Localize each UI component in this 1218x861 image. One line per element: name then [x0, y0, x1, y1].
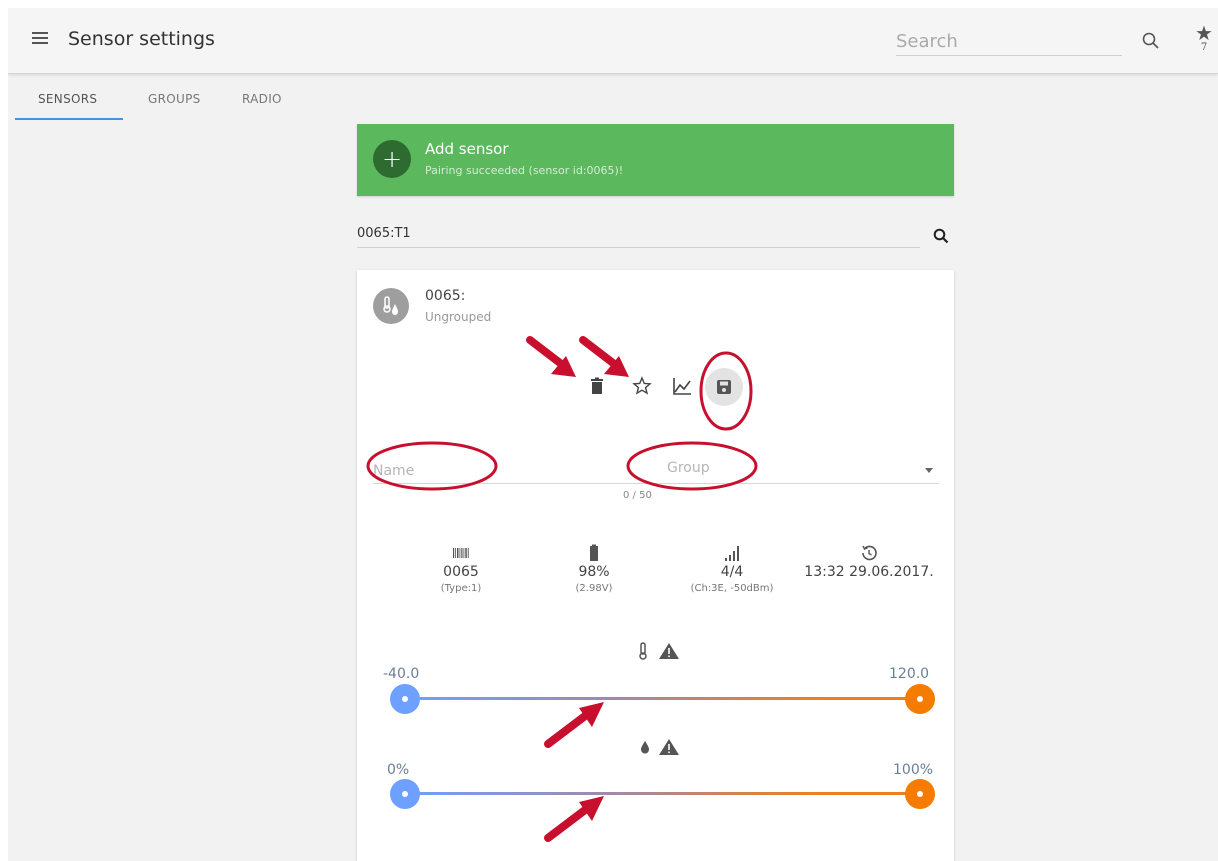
page-title: Sensor settings [68, 28, 215, 50]
tab-radio[interactable]: RADIO [242, 92, 282, 126]
temperature-min-label: -40.0 [383, 666, 420, 682]
humidity-range-track[interactable] [405, 792, 925, 795]
save-button[interactable] [705, 368, 743, 406]
chart-line-icon[interactable] [670, 374, 694, 398]
humidity-max-knob[interactable] [905, 779, 935, 809]
temperature-range-track[interactable] [405, 697, 925, 700]
favorites-button[interactable]: ★ 7 [1194, 21, 1214, 53]
save-icon [717, 380, 731, 394]
star-icon: ★ [1195, 21, 1213, 45]
chevron-down-icon [925, 468, 933, 473]
temperature-max-knob[interactable] [905, 684, 935, 714]
tab-groups[interactable]: GROUPS [148, 92, 201, 126]
group-select[interactable]: Group [623, 458, 939, 484]
last-seen-info: 13:32 29.06.2017. [789, 542, 949, 580]
humidity-alarm-icons [635, 736, 695, 758]
search-input[interactable] [896, 28, 1122, 56]
humidity-min-knob[interactable] [390, 779, 420, 809]
temperature-alarm-icons [635, 640, 695, 662]
water-drop-icon [641, 741, 649, 754]
battery-value: 98% [578, 564, 610, 580]
sensor-group-label: Ungrouped [425, 310, 492, 324]
warning-icon [659, 739, 679, 755]
add-sensor-banner: + Add sensor Pairing succeeded (sensor i… [357, 124, 954, 196]
serial-info: 0065 (Type:1) [413, 542, 509, 594]
battery-voltage: (2.98V) [575, 583, 613, 594]
sensor-id-label: 0065: [425, 288, 466, 304]
star-outline-icon[interactable] [630, 374, 654, 398]
app-frame: Sensor settings ★ 7 SENSORS GROUPS RADIO… [8, 8, 1218, 861]
history-icon [862, 545, 877, 561]
humidity-max-label: 100% [893, 762, 934, 778]
thermo-humidity-icon [373, 288, 409, 324]
add-icon[interactable]: + [373, 140, 411, 178]
search-icon[interactable] [1140, 30, 1162, 52]
signal-info: 4/4 (Ch:3E, -50dBm) [669, 542, 795, 594]
temperature-min-knob[interactable] [390, 684, 420, 714]
battery-icon [590, 544, 598, 561]
signal-details: (Ch:3E, -50dBm) [690, 583, 774, 594]
hamburger-menu-icon[interactable] [32, 32, 48, 46]
serial-value: 0065 [443, 564, 479, 580]
name-field[interactable] [373, 458, 623, 484]
tab-sensors[interactable]: SENSORS [38, 92, 97, 126]
thermometer-icon [639, 642, 647, 660]
barcode-icon [453, 548, 469, 558]
sensor-filter-input[interactable] [357, 220, 920, 248]
humidity-min-label: 0% [387, 762, 410, 778]
serial-type: (Type:1) [440, 583, 482, 594]
banner-subtitle: Pairing succeeded (sensor id:0065)! [425, 164, 624, 177]
group-placeholder: Group [667, 460, 710, 476]
delete-icon[interactable] [585, 374, 609, 398]
top-app-bar: Sensor settings ★ 7 [8, 8, 1218, 74]
active-tab-indicator [15, 118, 123, 120]
sensor-card: 0065: Ungrouped 0 / 50 Group 0065 (Typ [357, 270, 954, 861]
banner-title: Add sensor [425, 140, 509, 158]
temperature-max-label: 120.0 [889, 666, 930, 682]
signal-icon [725, 546, 739, 561]
last-seen-value: 13:32 29.06.2017. [804, 564, 934, 580]
battery-info: 98% (2.98V) [549, 542, 639, 594]
name-char-counter: 0 / 50 [623, 490, 652, 501]
filter-search-icon[interactable] [932, 227, 950, 245]
warning-icon [659, 643, 679, 659]
signal-value: 4/4 [720, 564, 744, 580]
